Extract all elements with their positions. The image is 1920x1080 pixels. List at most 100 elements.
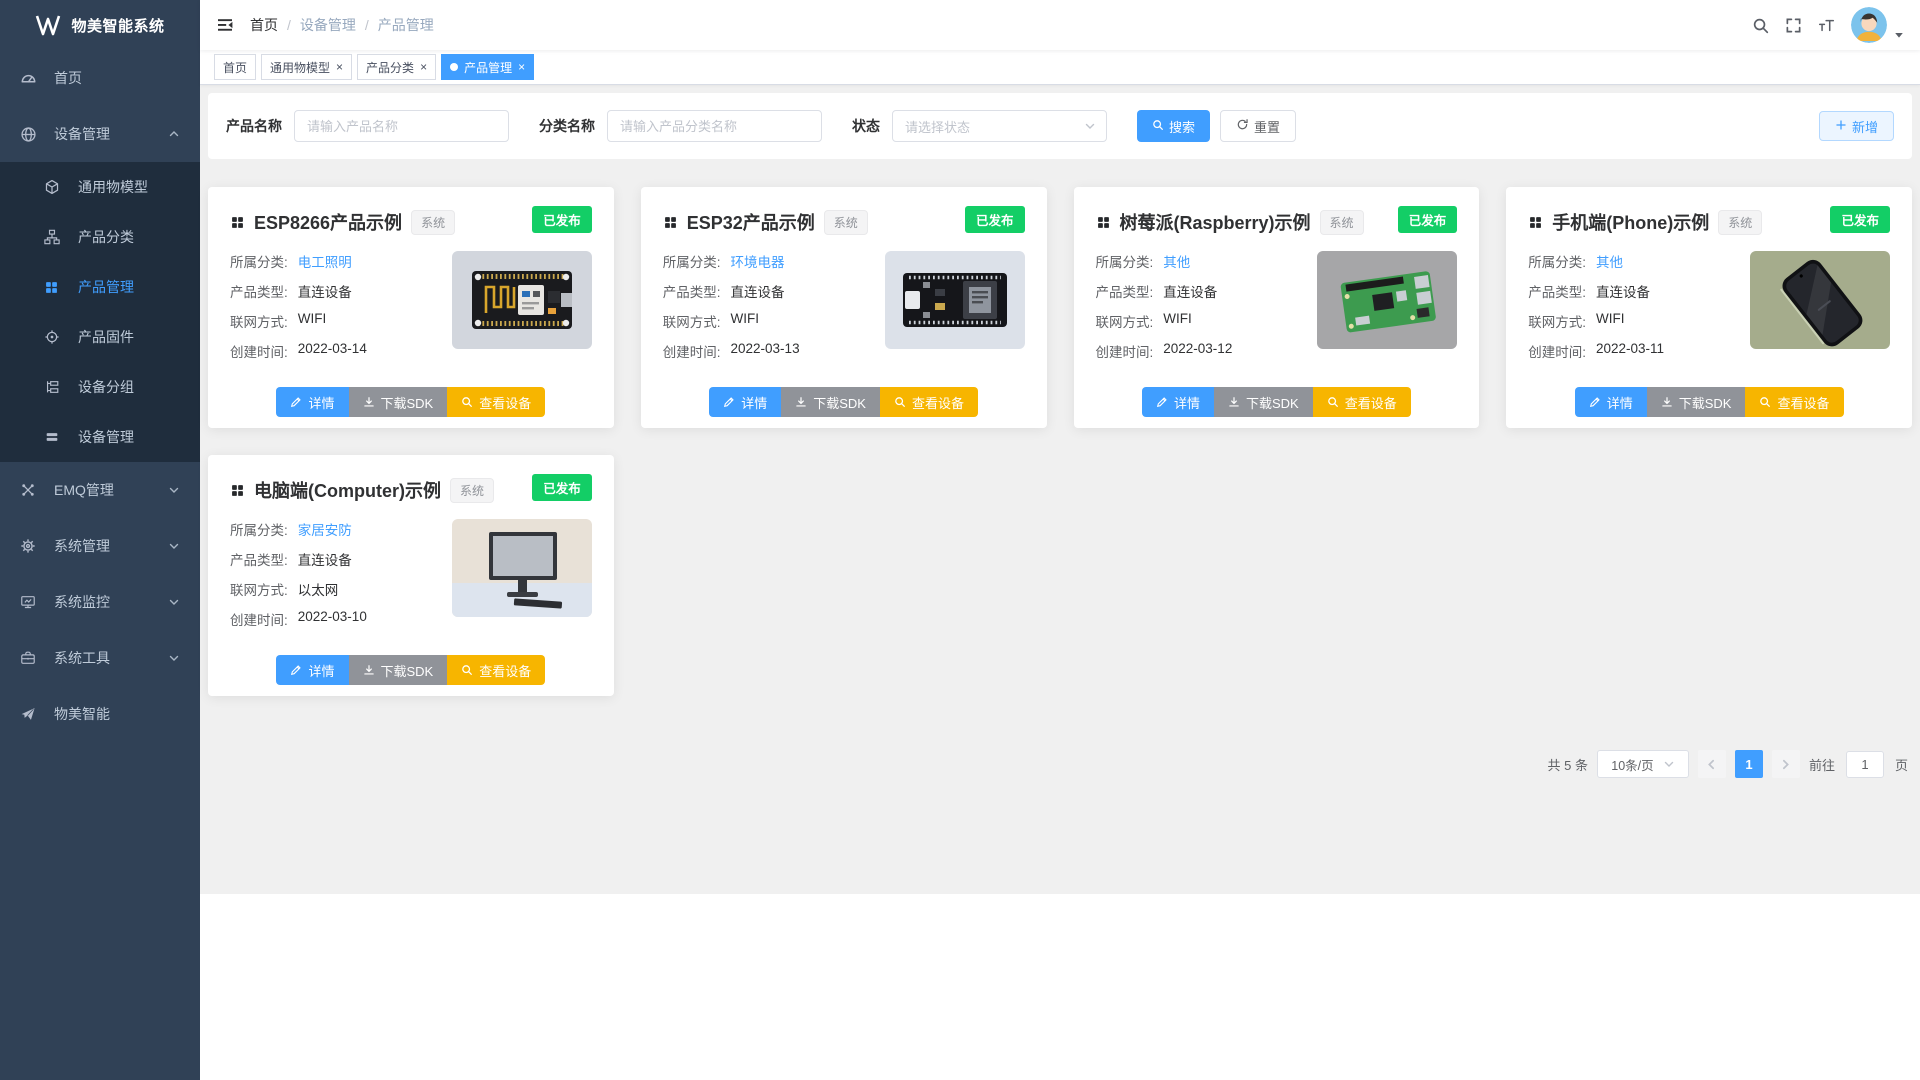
goto-page-input[interactable]	[1846, 751, 1884, 778]
view-devices-button[interactable]: 查看设备	[1313, 387, 1411, 417]
search-icon	[1759, 396, 1771, 408]
view-devices-button[interactable]: 查看设备	[447, 387, 545, 417]
product-fields: 所属分类:电工照明 产品类型:直连设备 联网方式:WIFI 创建时间:2022-…	[230, 251, 367, 371]
detail-button-label: 详情	[1174, 393, 1200, 412]
download-sdk-button[interactable]: 下载SDK	[349, 655, 448, 685]
search-icon	[461, 664, 473, 676]
search-button[interactable]: 搜索	[1137, 110, 1210, 142]
category-link[interactable]: 家居安防	[298, 519, 352, 539]
add-button[interactable]: 新增	[1819, 111, 1894, 141]
tab[interactable]: 通用物模型×	[261, 54, 352, 80]
breadcrumb-separator: /	[365, 17, 369, 33]
app-root: 物美智能系统 首页设备管理通用物模型产品分类产品管理产品固件设备分组设备管理EM…	[0, 0, 1920, 1080]
dashboard-icon	[20, 70, 44, 87]
product-name-input[interactable]	[294, 110, 509, 142]
close-icon[interactable]: ×	[420, 61, 427, 73]
download-sdk-button[interactable]: 下载SDK	[1214, 387, 1313, 417]
edit-icon	[1589, 396, 1601, 408]
product-fields: 所属分类:其他 产品类型:直连设备 联网方式:WIFI 创建时间:2022-03…	[1528, 251, 1664, 371]
search-icon[interactable]	[1752, 17, 1769, 34]
created-value: 2022-03-13	[731, 341, 800, 361]
sidebar-item[interactable]: 首页	[0, 50, 200, 106]
view-devices-button[interactable]: 查看设备	[447, 655, 545, 685]
download-sdk-button[interactable]: 下载SDK	[349, 387, 448, 417]
category-name-input[interactable]	[607, 110, 822, 142]
view-devices-button[interactable]: 查看设备	[1745, 387, 1843, 417]
detail-button[interactable]: 详情	[709, 387, 781, 417]
type-value: 直连设备	[298, 281, 352, 301]
network-value: WIFI	[298, 311, 327, 331]
devices-icon	[44, 429, 68, 445]
sidebar-item[interactable]: 产品分类	[0, 212, 200, 262]
created-field-label: 创建时间:	[230, 341, 288, 361]
category-link[interactable]: 其他	[1163, 251, 1190, 271]
firmware-icon	[44, 329, 68, 345]
download-sdk-button-label: 下载SDK	[813, 393, 866, 412]
user-menu[interactable]	[1851, 7, 1904, 43]
tab[interactable]: 产品分类×	[357, 54, 436, 80]
breadcrumb-item[interactable]: 设备管理	[300, 15, 356, 35]
sidebar-item-label: 通用物模型	[78, 177, 148, 197]
model-icon	[44, 179, 68, 195]
breadcrumb-item: 产品管理	[378, 15, 434, 35]
reset-button[interactable]: 重置	[1220, 110, 1296, 142]
category-link[interactable]: 其他	[1596, 251, 1623, 271]
sidebar-item[interactable]: 产品固件	[0, 312, 200, 362]
current-page-button[interactable]: 1	[1735, 750, 1763, 778]
download-icon	[1661, 396, 1673, 408]
card-actions: 详情 下载SDK 查看设备	[230, 387, 592, 417]
breadcrumb: 首页/设备管理/产品管理	[250, 15, 434, 35]
created-value: 2022-03-14	[298, 341, 367, 361]
page-size-value: 10条/页	[1611, 755, 1653, 774]
grid-icon	[44, 280, 68, 295]
network-value: WIFI	[731, 311, 760, 331]
sidebar-item[interactable]: 产品管理	[0, 262, 200, 312]
detail-button[interactable]: 详情	[1142, 387, 1214, 417]
card-body: 所属分类:环境电器 产品类型:直连设备 联网方式:WIFI 创建时间:2022-…	[663, 251, 1025, 371]
tab[interactable]: 产品管理×	[441, 54, 534, 80]
sidebar-item[interactable]: 系统管理	[0, 518, 200, 574]
sidebar-item[interactable]: 物美智能	[0, 686, 200, 742]
type-field-label: 产品类型:	[1096, 281, 1154, 301]
prev-page-button[interactable]	[1698, 750, 1726, 778]
sidebar-item[interactable]: EMQ管理	[0, 462, 200, 518]
detail-button[interactable]: 详情	[276, 387, 348, 417]
download-icon	[795, 396, 807, 408]
logo-icon	[35, 14, 61, 36]
avatar[interactable]	[1851, 7, 1887, 43]
app-logo[interactable]: 物美智能系统	[0, 0, 200, 50]
pagination: 共 5 条 10条/页 1 前往 页	[208, 750, 1912, 778]
search-button-label: 搜索	[1169, 117, 1195, 136]
sidebar-item-label: EMQ管理	[54, 480, 114, 500]
download-sdk-button[interactable]: 下载SDK	[1647, 387, 1746, 417]
status-select[interactable]: 请选择状态	[892, 110, 1107, 142]
caret-down-icon	[1894, 30, 1904, 43]
navbar-actions	[1752, 7, 1904, 43]
close-icon[interactable]: ×	[336, 61, 343, 73]
sidebar-item[interactable]: 设备管理	[0, 412, 200, 462]
page-size-select[interactable]: 10条/页	[1597, 750, 1689, 778]
product-name-label: 产品名称	[226, 116, 282, 136]
grid-icon	[1528, 215, 1543, 230]
download-sdk-button[interactable]: 下载SDK	[781, 387, 880, 417]
font-size-icon[interactable]	[1818, 17, 1835, 34]
category-link[interactable]: 环境电器	[731, 251, 785, 271]
detail-button[interactable]: 详情	[1575, 387, 1647, 417]
breadcrumb-item[interactable]: 首页	[250, 15, 278, 35]
close-icon[interactable]: ×	[518, 61, 525, 73]
tab[interactable]: 首页	[214, 54, 256, 80]
next-page-button[interactable]	[1772, 750, 1800, 778]
sidebar-item[interactable]: 设备分组	[0, 362, 200, 412]
category-link[interactable]: 电工照明	[298, 251, 352, 271]
type-field-label: 产品类型:	[230, 281, 288, 301]
sidebar-item[interactable]: 系统工具	[0, 630, 200, 686]
card-body: 所属分类:家居安防 产品类型:直连设备 联网方式:以太网 创建时间:2022-0…	[230, 519, 592, 639]
sidebar-item[interactable]: 系统监控	[0, 574, 200, 630]
fullscreen-icon[interactable]	[1785, 17, 1802, 34]
sidebar-fold-icon[interactable]	[216, 16, 234, 34]
view-devices-button[interactable]: 查看设备	[880, 387, 978, 417]
view-devices-button-label: 查看设备	[479, 661, 531, 680]
detail-button[interactable]: 详情	[276, 655, 348, 685]
sidebar-item[interactable]: 通用物模型	[0, 162, 200, 212]
sidebar-item[interactable]: 设备管理	[0, 106, 200, 162]
